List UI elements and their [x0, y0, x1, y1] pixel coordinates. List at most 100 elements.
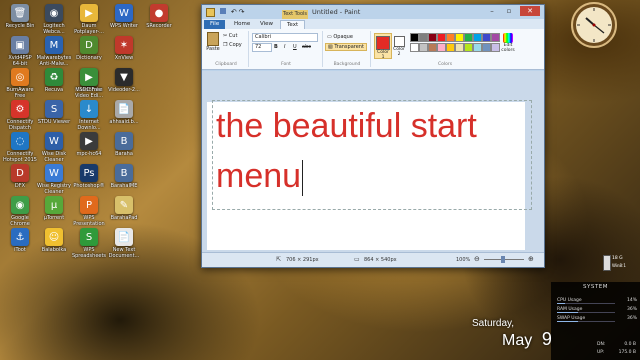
desktop-icon-wiseregistry[interactable]: W Wise Registry Cleaner [36, 164, 72, 195]
palette-swatch[interactable] [473, 43, 482, 52]
palette-swatch[interactable] [428, 43, 437, 52]
palette-swatch[interactable] [446, 33, 455, 42]
desktop-icon-recuva[interactable]: ♻ Recuva [36, 68, 72, 93]
palette-swatch[interactable] [455, 43, 464, 52]
palette-swatch[interactable] [410, 33, 419, 42]
desktop-icon-vsdc[interactable]: ▶ VSDC Free Video Edi... [71, 68, 107, 99]
desktop-icon-daum[interactable]: ▶ Daum Potplayer-... [71, 4, 107, 35]
close-button[interactable]: ✕ [520, 6, 540, 16]
save-icon[interactable] [219, 8, 226, 14]
copy-button[interactable]: ❐ Copy [223, 42, 242, 48]
bold-button[interactable]: B [274, 44, 278, 50]
desktop-icon-mpchc[interactable]: ▶ mpc-hc64 [71, 132, 107, 157]
utorrent-icon: µ [45, 196, 63, 214]
desktop-icon-utorrent[interactable]: µ µTorrent [36, 196, 72, 221]
italic-button[interactable]: I [284, 44, 285, 50]
desktop-icon-photoshop[interactable]: Ps Photoshop® [71, 164, 107, 189]
transparent-option[interactable]: ▧ Transparent [325, 43, 367, 51]
desktop-icon-label: WPS Presentation [73, 215, 105, 227]
tab-file[interactable]: File [204, 20, 226, 29]
tab-home[interactable]: Home [228, 20, 256, 29]
desktop-icon-dfx[interactable]: D DFX [2, 164, 38, 189]
desktop-icon-internetdl[interactable]: ↓ Internet Downlo... [71, 100, 107, 131]
desktop-icon-wisedisk[interactable]: W Wise Disk Cleaner [36, 132, 72, 163]
desktop-icon-stduviewer[interactable]: S STDU Viewer [36, 100, 72, 125]
paste-button[interactable]: Paste [206, 32, 220, 52]
paint-window[interactable]: ↶ ↷ Text Tools Untitled - Paint – ▫ ✕ Fi… [201, 4, 545, 268]
desktop-icon-barahapad[interactable]: ✎ BarahaPad [106, 196, 142, 221]
desktop-icon-wpswriter[interactable]: W WPS Writer [106, 4, 142, 29]
title-bar[interactable]: ↶ ↷ Text Tools Untitled - Paint – ▫ ✕ [202, 5, 544, 19]
palette-swatch[interactable] [437, 33, 446, 42]
palette-swatch[interactable] [482, 33, 491, 42]
desktop-icon-baraha1[interactable]: B Baraha [106, 132, 142, 157]
desktop-icon-ahhsaid[interactable]: 📄 ahhsaid.b... [106, 100, 142, 125]
edit-colors-button[interactable]: Edit colors [500, 33, 516, 53]
desktop-icon-connectify1[interactable]: ⚙ Connectify Dispatch [2, 100, 38, 131]
palette-swatch[interactable] [491, 33, 500, 42]
desktop-icon-srecorder[interactable]: ● SRecorder [141, 4, 177, 29]
minimize-button[interactable]: – [484, 6, 500, 16]
desktop-icon-dictionary[interactable]: D Dictionary [71, 36, 107, 61]
desktop-icon-barahaime[interactable]: B BarahaIME [106, 164, 142, 189]
palette-swatch[interactable] [446, 43, 455, 52]
desktop-icon-label: STDU Viewer [37, 119, 71, 125]
palette-swatch[interactable] [464, 33, 473, 42]
quick-access-toolbar[interactable]: ↶ ↷ [206, 8, 266, 17]
recuva-icon: ♻ [45, 68, 63, 86]
system-monitor-gadget[interactable]: SYSTEM CPU Usage 14% RAM Usage 36% SWAP Usag… [551, 282, 640, 360]
undo-icon[interactable]: ↶ [231, 8, 237, 16]
palette-swatch[interactable] [428, 33, 437, 42]
status-bar: ⇱ 706 × 291px ▭ 864 × 540px 100% ⊖ ⊕ [202, 252, 544, 267]
desktop-icon-recycle[interactable]: 🗑 Recycle Bin [2, 4, 38, 29]
palette-swatch[interactable] [437, 43, 446, 52]
opaque-option[interactable]: ▭ Opaque [327, 34, 353, 40]
font-size-select[interactable]: 72 [252, 43, 272, 52]
desktop-icon-malwarebytes[interactable]: M Malwarebytes Anti-Malw... [36, 36, 72, 67]
usage-bar-fill [557, 303, 566, 304]
zoom-slider-thumb[interactable] [501, 256, 505, 263]
net-up-value: 175.0 B [618, 350, 636, 355]
burnaware-icon: ◎ [11, 68, 29, 86]
image-size-icon: ▭ [354, 256, 360, 263]
palette-swatch[interactable] [455, 33, 464, 42]
text-box[interactable]: the beautiful start menu [212, 100, 532, 210]
desktop-icon-chrome[interactable]: ◉ Google Chrome [2, 196, 38, 227]
palette-swatch[interactable] [410, 43, 419, 52]
underline-button[interactable]: U [293, 44, 297, 50]
strikethrough-button[interactable]: abc [302, 44, 311, 50]
desktop-icon-balabolka[interactable]: ☺ Balabolka [36, 228, 72, 253]
desktop-icon-logitech[interactable]: ◉ Logitech Webca... [36, 4, 72, 35]
zoom-out-button[interactable]: ⊖ [474, 255, 480, 263]
palette-swatch[interactable] [482, 43, 491, 52]
cut-button[interactable]: ✂ Cut [223, 33, 237, 39]
palette-swatch[interactable] [491, 43, 500, 52]
font-group-label: Font [281, 62, 291, 67]
palette-swatch[interactable] [464, 43, 473, 52]
color2-selector[interactable]: Color 2 [392, 33, 406, 57]
tab-view[interactable]: View [254, 20, 279, 29]
desktop-icon-wpspres[interactable]: P WPS Presentation [71, 196, 107, 227]
desktop-icon-connectify2[interactable]: ◌ Connectify Hotspot 2015 [2, 132, 38, 163]
desktop-icon-label: µTorrent [43, 215, 65, 221]
paint-app-icon[interactable] [206, 8, 215, 17]
date-gadget[interactable]: Saturday, May 9 [472, 318, 552, 350]
redo-icon[interactable]: ↷ [239, 8, 245, 16]
font-name-select[interactable]: Calibri [252, 33, 318, 42]
zoom-slider[interactable] [484, 256, 524, 263]
desktop-icon-itoot[interactable]: ⚓ iToot [2, 228, 38, 253]
desktop-icon-wpsspread[interactable]: S WPS Spreadsheets [71, 228, 107, 259]
desktop-icon-videoder[interactable]: ▼ Videoder-2... [106, 68, 142, 93]
color1-selector[interactable]: Color 1 [374, 33, 392, 60]
desktop-icon-xvid[interactable]: ▣ Xvid4PSP 64-bit [2, 36, 38, 67]
maximize-button[interactable]: ▫ [501, 6, 517, 16]
clock-gadget[interactable] [569, 0, 619, 50]
desktop-icon-burnaware[interactable]: ◎ BurnAware Free [2, 68, 38, 99]
desktop-icon-xnview[interactable]: ✶ XnView [106, 36, 142, 61]
canvas[interactable]: the beautiful start menu [207, 100, 532, 250]
zoom-in-button[interactable]: ⊕ [528, 255, 534, 263]
palette-swatch[interactable] [419, 43, 428, 52]
desktop-icon-newtext[interactable]: 📄 New Text Document... [106, 228, 142, 259]
palette-swatch[interactable] [473, 33, 482, 42]
palette-swatch[interactable] [419, 33, 428, 42]
